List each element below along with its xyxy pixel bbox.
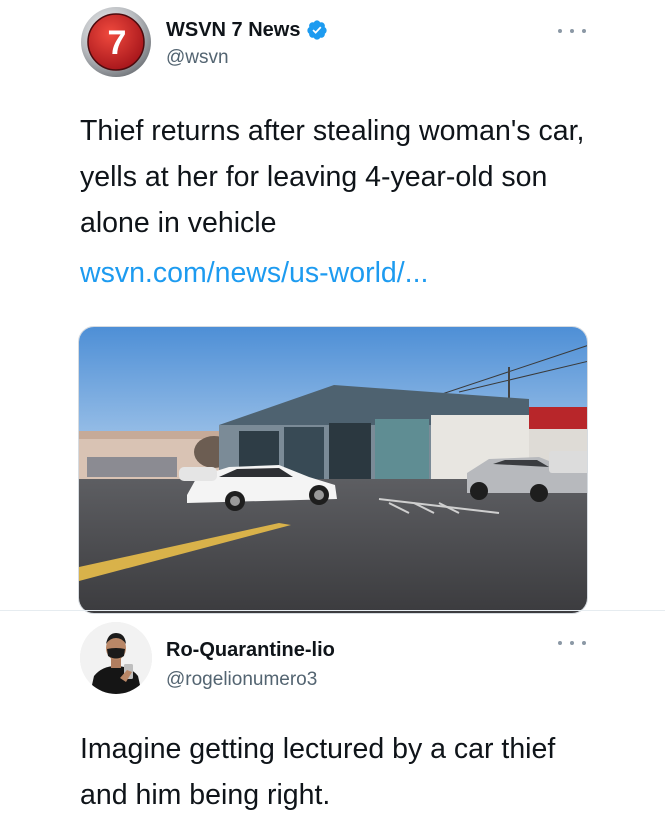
reply-more-options-button[interactable] [558,636,586,650]
reply-tweet[interactable]: Ro-Quarantine-lio @rogelionumero3 Imagin… [0,612,665,822]
more-horizontal-icon [570,29,574,33]
wsvn-avatar[interactable]: 7 [80,6,152,78]
more-horizontal-icon [570,641,574,645]
user-avatar[interactable] [80,622,152,694]
author-handle[interactable]: @wsvn [166,46,229,70]
reply-author-display-name[interactable]: Ro-Quarantine-lio [166,638,335,662]
author-name-row: WSVN 7 News [166,18,328,42]
more-horizontal-icon [558,29,562,33]
reply-text: Imagine getting lectured by a car thief … [80,733,556,811]
more-horizontal-icon [582,641,586,645]
more-options-button[interactable] [558,24,586,38]
svg-text:7: 7 [108,24,127,62]
wsvn-logo-icon: 7 [81,7,151,77]
reply-author-name-row: Ro-Quarantine-lio [166,638,335,662]
news-tweet[interactable]: 7 WSVN 7 News @wsvn Thief returns after … [0,0,665,614]
reply-author-handle[interactable]: @rogelionumero3 [166,668,317,692]
user-avatar-photo [80,622,152,694]
verified-badge-icon [307,20,328,40]
article-link[interactable]: wsvn.com/news/us-world/... [80,250,428,296]
more-horizontal-icon [582,29,586,33]
tweet-media-photo[interactable] [78,326,588,614]
news-photo [79,327,587,613]
author-display-name[interactable]: WSVN 7 News [166,18,300,42]
tweet-text: Thief returns after stealing woman's car… [80,115,585,239]
more-horizontal-icon [558,641,562,645]
tweet-divider [0,610,665,611]
